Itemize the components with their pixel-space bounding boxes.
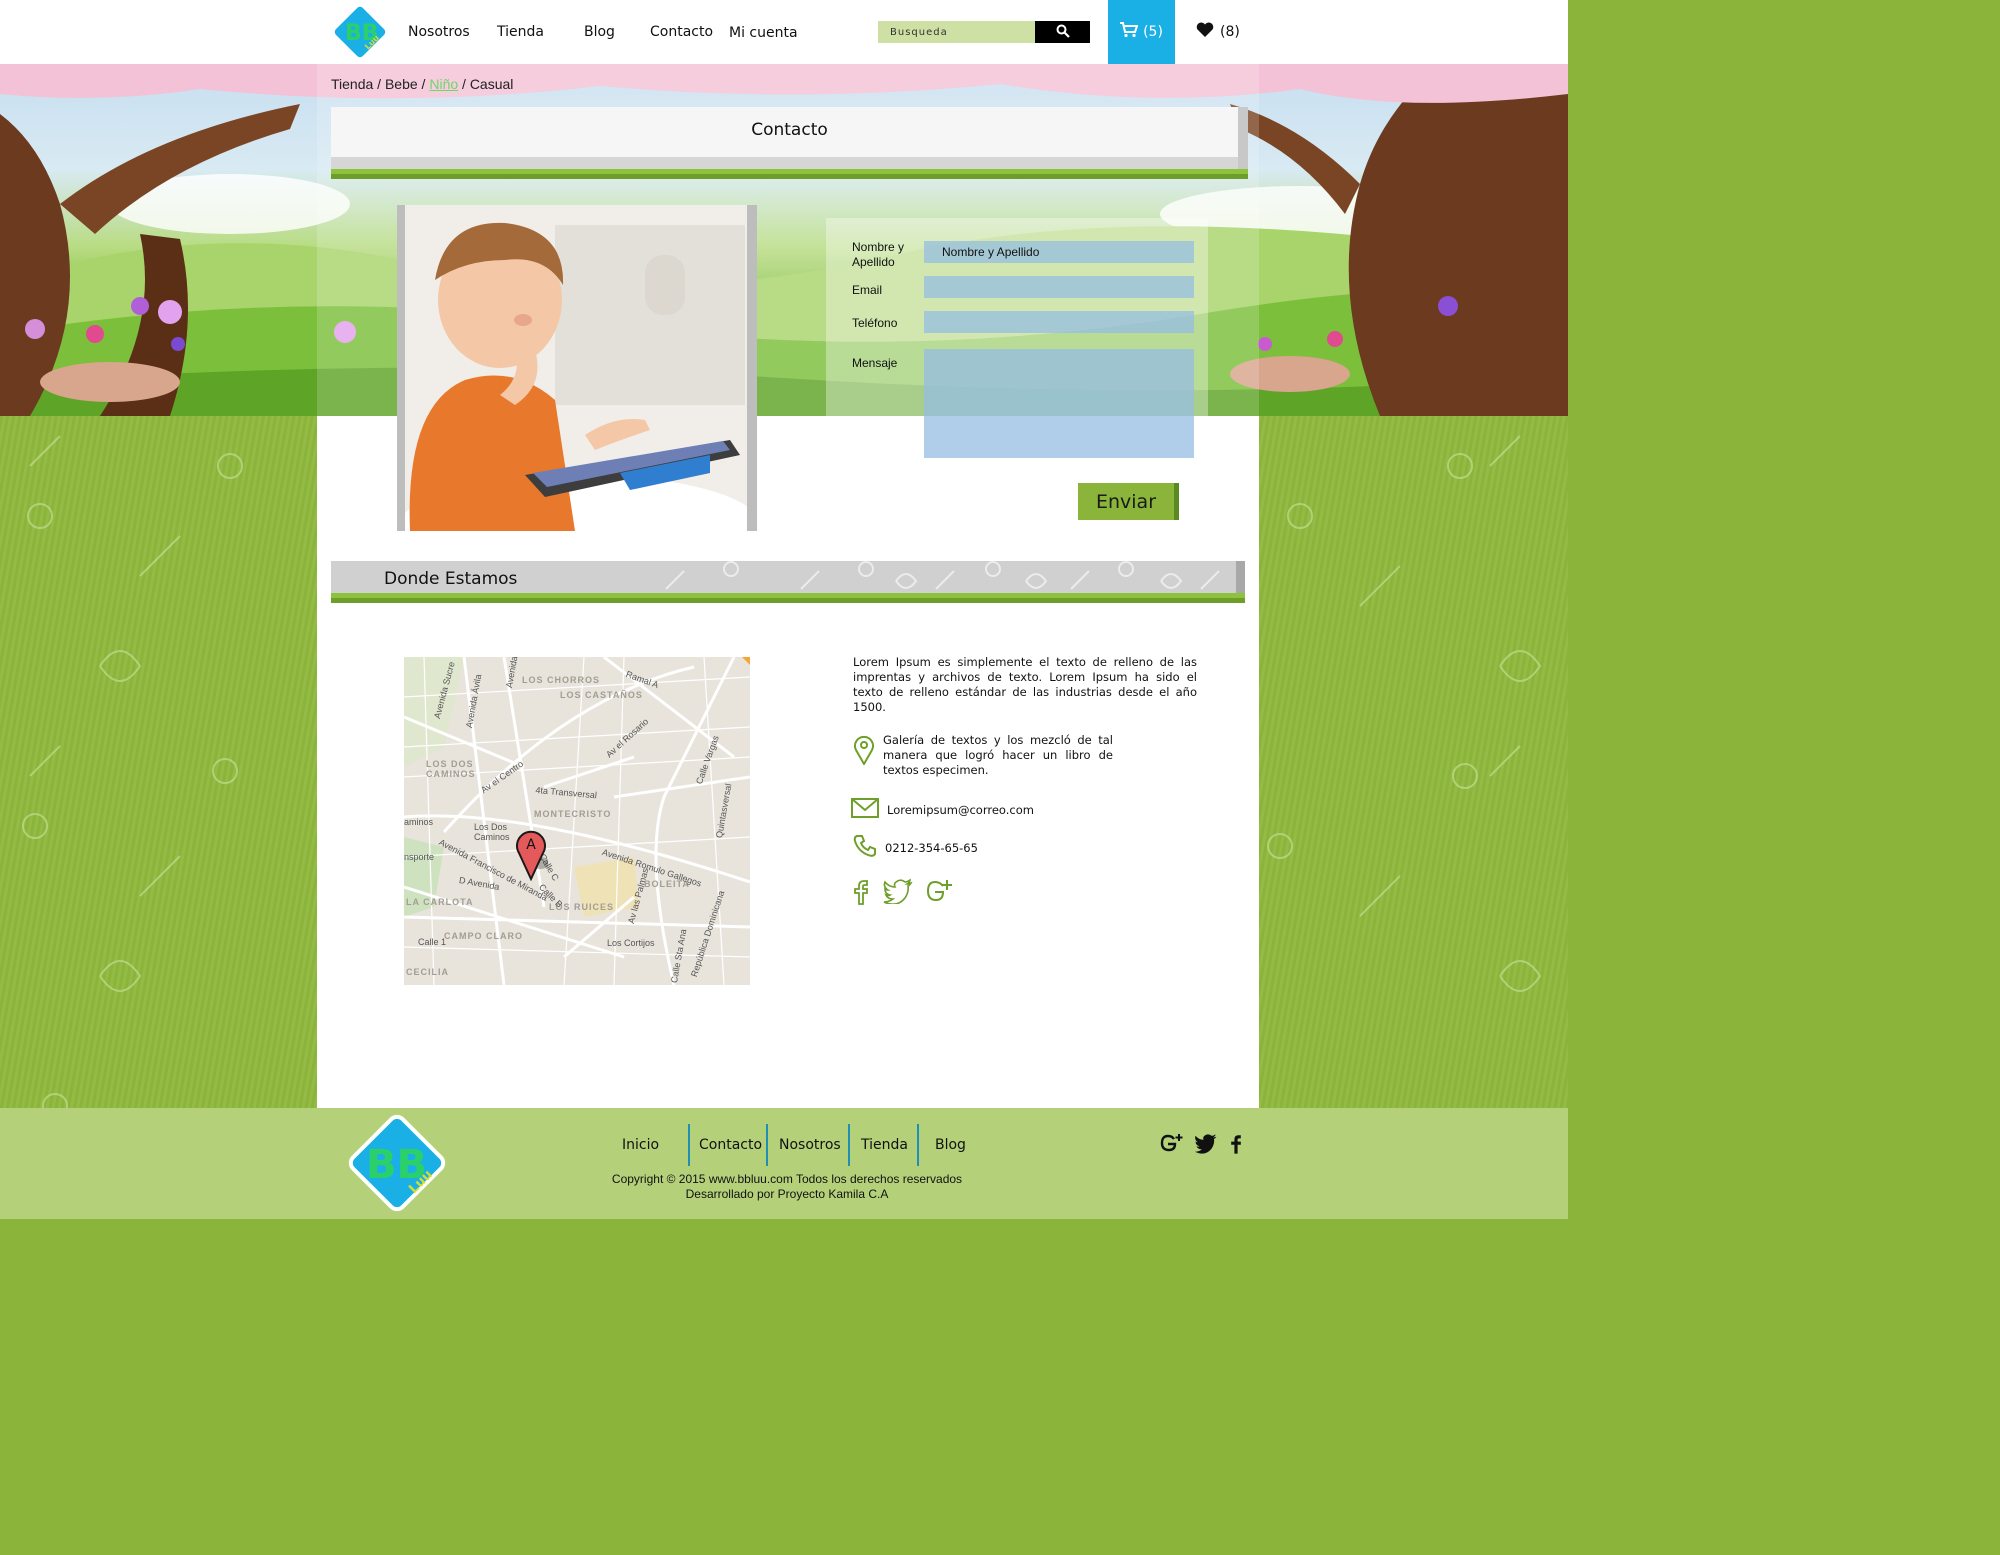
breadcrumb-casual: Casual xyxy=(469,76,514,92)
location-title: Donde Estamos xyxy=(384,569,518,589)
developer-credit: Desarrollado por Proyecto Kamila C.A xyxy=(685,1187,889,1201)
message-label: Mensaje xyxy=(852,356,898,370)
map-label: LOS CHORROS xyxy=(522,675,601,685)
breadcrumb-separator: / xyxy=(373,76,385,92)
breadcrumb-separator: / xyxy=(458,76,470,92)
footer-logo[interactable]: BB Luu xyxy=(344,1110,450,1216)
contact-title-bar: Contacto xyxy=(331,107,1248,179)
child-tablet-photo xyxy=(397,205,757,531)
search-icon xyxy=(1056,23,1070,42)
copyright-line: Copyright © 2015 www.bbluu.com Todos los… xyxy=(611,1172,963,1186)
location-pin-icon xyxy=(853,735,875,769)
footer-social-links xyxy=(1160,1132,1244,1160)
map-label: Los Cortijos xyxy=(607,938,655,948)
email-row: Loremipsum@correo.com xyxy=(851,798,1034,822)
send-button[interactable]: Enviar xyxy=(1078,483,1179,520)
cart-count: (5) xyxy=(1143,24,1163,40)
footer-nav-contacto-wrap: Contacto xyxy=(699,1124,762,1166)
google-plus-icon[interactable] xyxy=(1160,1132,1184,1160)
heart-icon xyxy=(1196,22,1214,42)
site-logo[interactable]: BB Luu xyxy=(330,2,390,62)
nav-tienda[interactable]: Tienda xyxy=(497,24,544,40)
email-field[interactable] xyxy=(924,276,1194,298)
footer-nav-divider xyxy=(917,1124,919,1166)
map-label: CAMPO CLARO xyxy=(444,931,523,941)
map-label: LOS DOS CAMINOS xyxy=(426,759,476,779)
cart-icon xyxy=(1120,22,1139,42)
name-field[interactable] xyxy=(924,241,1194,263)
location-email[interactable]: Loremipsum@correo.com xyxy=(887,803,1034,818)
facebook-icon[interactable] xyxy=(851,878,871,910)
footer-nav-divider xyxy=(766,1124,768,1166)
location-map[interactable]: LOS CHORROS LOS CASTAÑOS LOS DOS CAMINOS… xyxy=(404,657,750,985)
search-button[interactable] xyxy=(1035,21,1090,43)
social-links xyxy=(851,878,953,910)
phone-icon xyxy=(853,834,877,862)
map-label: LA CARLOTA xyxy=(406,897,474,907)
map-marker-label: A xyxy=(526,837,536,853)
footer-nav-tienda-wrap: Tienda xyxy=(861,1124,908,1166)
cart-button[interactable]: (5) xyxy=(1108,0,1175,64)
map-label: LOS CASTAÑOS xyxy=(560,690,643,700)
phone-row: 0212-354-65-65 xyxy=(853,834,978,862)
top-navbar: BB Luu Nosotros Tienda Blog Contacto Mi … xyxy=(0,0,1568,64)
footer-nav-nosotros[interactable]: Nosotros xyxy=(779,1137,841,1153)
map-marker-icon[interactable]: A xyxy=(514,827,550,882)
map-label: nsporte xyxy=(404,852,435,862)
footer-nav-blog-wrap: Blog xyxy=(935,1124,966,1166)
nav-nosotros[interactable]: Nosotros xyxy=(408,24,470,40)
location-phone: 0212-354-65-65 xyxy=(885,840,978,855)
facebook-icon[interactable] xyxy=(1228,1132,1244,1160)
wishlist-count: (8) xyxy=(1220,24,1240,40)
footer-nav-divider xyxy=(848,1124,850,1166)
phone-label: Teléfono xyxy=(852,316,898,330)
phone-field[interactable] xyxy=(924,311,1194,333)
breadcrumb: Tienda / Bebe / Niño / Casual xyxy=(331,76,513,92)
map-label: CECILIA xyxy=(406,967,449,977)
footer-nav-inicio[interactable]: Inicio xyxy=(622,1137,659,1153)
map-label: Calle 1 xyxy=(418,937,447,947)
footer-nav-tienda[interactable]: Tienda xyxy=(861,1137,908,1153)
address-row: Galería de textos y los mezcló de tal ma… xyxy=(853,733,1113,778)
footer-nav-inicio-wrap: Inicio xyxy=(622,1124,659,1166)
contact-title: Contacto xyxy=(751,120,828,140)
map-label: aminos xyxy=(404,817,434,827)
location-description: Lorem Ipsum es simplemente el texto de r… xyxy=(853,655,1197,714)
email-label: Email xyxy=(852,283,883,297)
twitter-icon[interactable] xyxy=(1194,1132,1218,1160)
footer-nav-contacto[interactable]: Contacto xyxy=(699,1137,762,1153)
nav-blog[interactable]: Blog xyxy=(584,24,615,40)
footer-nav-divider xyxy=(688,1124,690,1166)
breadcrumb-bebe[interactable]: Bebe xyxy=(385,76,418,92)
breadcrumb-separator: / xyxy=(417,76,430,92)
search-bar xyxy=(878,21,1090,43)
nav-contacto[interactable]: Contacto xyxy=(650,24,713,40)
twitter-icon[interactable] xyxy=(883,878,913,910)
wishlist-button[interactable]: (8) xyxy=(1196,20,1240,44)
name-label: Nombre y Apellido xyxy=(852,240,905,269)
location-address: Galería de textos y los mezcló de tal ma… xyxy=(883,733,1113,777)
breadcrumb-tienda[interactable]: Tienda xyxy=(331,76,373,92)
message-field[interactable] xyxy=(924,349,1194,458)
search-input[interactable] xyxy=(878,21,1035,43)
location-title-bar: Donde Estamos xyxy=(331,561,1245,603)
copyright: Copyright © 2015 www.bbluu.com Todos los… xyxy=(587,1172,987,1202)
envelope-icon xyxy=(851,798,879,822)
nav-mi-cuenta[interactable]: Mi cuenta xyxy=(729,25,798,41)
footer-nav-nosotros-wrap: Nosotros xyxy=(779,1124,841,1166)
footer-nav-blog[interactable]: Blog xyxy=(935,1137,966,1153)
breadcrumb-nino[interactable]: Niño xyxy=(429,76,458,92)
map-label: MONTECRISTO xyxy=(534,809,612,819)
google-plus-icon[interactable] xyxy=(925,878,953,910)
